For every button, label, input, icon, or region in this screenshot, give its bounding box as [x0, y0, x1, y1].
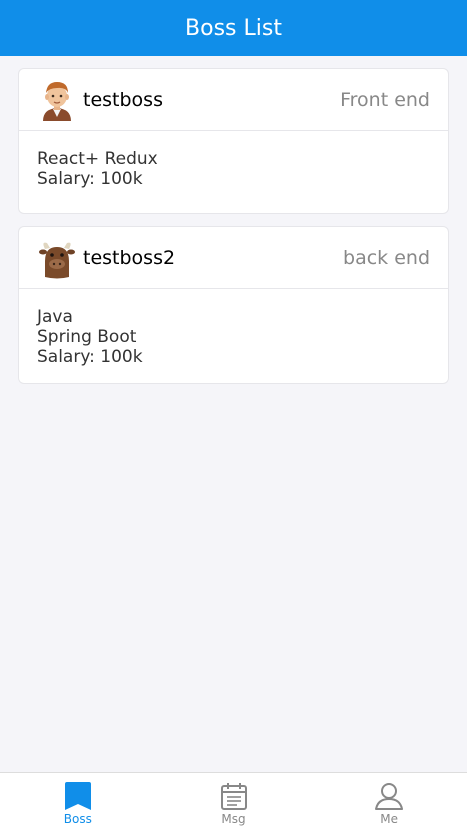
job-description: Java — [37, 307, 73, 327]
boss-card[interactable]: testboss Front end React+ Redux Salary: … — [18, 68, 449, 214]
page-title: Boss List — [185, 15, 282, 41]
bookmark-icon — [63, 781, 93, 811]
card-body: Java Spring Boot Salary: 100k — [19, 289, 448, 367]
job-position: back end — [343, 246, 430, 269]
boss-name: testboss — [83, 88, 163, 111]
user-icon — [374, 781, 404, 811]
tab-label: Boss — [63, 812, 92, 826]
salary-text: Salary: 100k — [37, 169, 143, 189]
nav-bar: Boss List — [0, 0, 467, 56]
card-header: testboss2 back end — [19, 227, 448, 289]
job-position: Front end — [340, 88, 430, 111]
tab-boss[interactable]: Boss — [0, 773, 156, 837]
boss-name: testboss2 — [83, 246, 176, 269]
boss-card[interactable]: testboss2 back end Java Spring Boot Sala… — [18, 226, 449, 384]
man-avatar-icon — [39, 79, 75, 121]
calendar-icon — [219, 781, 249, 811]
tab-label: Msg — [221, 812, 246, 826]
salary-text: Salary: 100k — [37, 347, 143, 367]
tab-msg[interactable]: Msg — [156, 773, 312, 837]
tab-me[interactable]: Me — [311, 773, 467, 837]
job-description: Spring Boot — [37, 327, 137, 347]
tab-label: Me — [380, 812, 399, 826]
tab-bar: Boss Msg Me — [0, 772, 467, 837]
card-header: testboss Front end — [19, 69, 448, 131]
card-body: React+ Redux Salary: 100k — [19, 131, 448, 189]
cow-avatar-icon — [39, 237, 75, 279]
job-description: React+ Redux — [37, 149, 158, 169]
